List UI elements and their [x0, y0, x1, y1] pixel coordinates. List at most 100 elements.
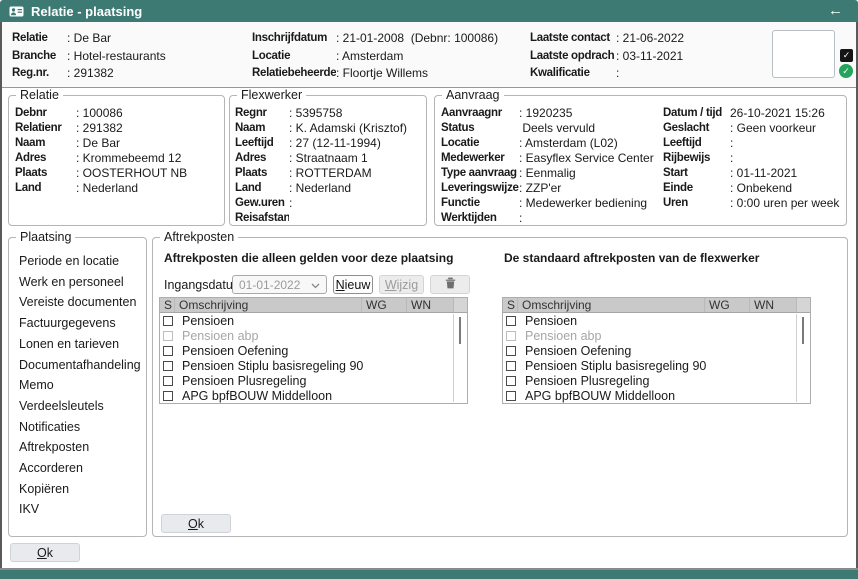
ingangsdatum-select[interactable]: 01-01-2022	[232, 275, 327, 294]
column-header-omschrijving: Omschrijving	[518, 298, 705, 312]
menu-item-factuurgegevens[interactable]: Factuurgegevens	[19, 313, 146, 334]
table-row[interactable]: Pensioen Plusregeling	[503, 373, 810, 388]
field-label: Relatie	[12, 30, 67, 48]
row-checkbox[interactable]	[163, 361, 173, 371]
field-value: : K. Adamski (Krisztof)	[289, 121, 407, 136]
menu-item-verdeelsleutels[interactable]: Verdeelsleutels	[19, 396, 146, 417]
field-label: Kwalificatie	[530, 65, 616, 83]
field-label: Naam	[235, 121, 289, 136]
row-label: Pensioen Oefening	[516, 344, 631, 358]
table-row[interactable]: Pensioen abp	[160, 328, 467, 343]
column-header-wg: WG	[705, 298, 750, 312]
title-bar: Relatie - plaatsing ←	[0, 0, 858, 22]
status-ok-icon[interactable]: ✓	[839, 64, 853, 78]
standard-deductions-heading: De standaard aftrekposten van de flexwer…	[504, 251, 759, 265]
field-label: Werktijden	[441, 211, 519, 226]
header-column-registration: Inschrijfdatum: 21-01-2008 (Debnr: 10008…	[252, 30, 498, 83]
field-value: : 1920235	[519, 106, 572, 121]
menu-item-vereiste-documenten[interactable]: Vereiste documenten	[19, 292, 146, 313]
row-checkbox[interactable]	[506, 316, 516, 326]
photo-placeholder	[772, 30, 835, 78]
menu-item-memo[interactable]: Memo	[19, 375, 146, 396]
delete-button[interactable]	[430, 275, 470, 294]
field-label: Laatste opdrach	[530, 48, 616, 66]
menu-item-accorderen[interactable]: Accorderen	[19, 458, 146, 479]
field-value: : Hotel-restaurants	[67, 48, 166, 66]
row-label: Pensioen	[173, 314, 234, 328]
menu-item-documentafhandeling[interactable]: Documentafhandeling	[19, 355, 146, 376]
field-label: Gew.uren	[235, 196, 289, 211]
row-label: Pensioen Stiplu basisregeling 90	[173, 359, 363, 373]
table-row[interactable]: Pensioen Stiplu basisregeling 90	[503, 358, 810, 373]
row-checkbox[interactable]	[506, 346, 516, 356]
wijzig-button-label: Wijzig	[385, 278, 418, 292]
field-label: Aanvraagnr	[441, 106, 519, 121]
chevron-down-icon	[311, 278, 320, 292]
scrollbar-thumb[interactable]	[459, 317, 461, 344]
field-label: Datum / tijd	[663, 106, 730, 121]
menu-item-ikv[interactable]: IKV	[19, 499, 146, 520]
row-checkbox[interactable]	[163, 346, 173, 356]
field-label: Plaats	[235, 166, 289, 181]
relatie-plaatsing-window: Relatie - plaatsing ← Relatie: De Bar Br…	[0, 0, 858, 579]
table-row[interactable]: Pensioen	[503, 313, 810, 328]
menu-item-kopieren[interactable]: Kopiëren	[19, 479, 146, 500]
row-checkbox[interactable]	[163, 316, 173, 326]
field-value: :	[730, 136, 733, 151]
wijzig-button[interactable]: Wijzig	[379, 275, 424, 294]
table-row[interactable]: Pensioen Oefening	[503, 343, 810, 358]
field-value: Deels vervuld	[519, 121, 595, 136]
table-row[interactable]: Pensioen Plusregeling	[160, 373, 467, 388]
field-value: : Onbekend	[730, 181, 792, 196]
field-label: Type aanvraag	[441, 166, 519, 181]
row-checkbox[interactable]	[163, 331, 173, 341]
row-checkbox[interactable]	[506, 361, 516, 371]
field-value: : 03-11-2021	[616, 48, 683, 66]
table-header: S Omschrijving WG WN	[503, 298, 810, 313]
vertical-scrollbar[interactable]	[796, 314, 809, 402]
table-row[interactable]: Pensioen Oefening	[160, 343, 467, 358]
table-row[interactable]: APG bpfBOUW Middelloon	[503, 388, 810, 403]
menu-item-werk-en-personeel[interactable]: Werk en personeel	[19, 272, 146, 293]
table-row[interactable]: APG bpfBOUW Middelloon	[160, 388, 467, 403]
nieuw-button[interactable]: Nieuw	[333, 275, 373, 294]
column-header-wn: WN	[407, 298, 454, 312]
menu-item-aftrekposten[interactable]: Aftrekposten	[19, 437, 146, 458]
table-row[interactable]: Pensioen Stiplu basisregeling 90	[160, 358, 467, 373]
column-header-scroll-corner	[454, 298, 467, 312]
menu-item-notificaties[interactable]: Notificaties	[19, 417, 146, 438]
field-value: :	[730, 151, 733, 166]
plaatsing-panel: Plaatsing Periode en locatie Werk en per…	[8, 237, 147, 537]
aftrekposten-ok-button[interactable]: Ok	[161, 514, 231, 533]
row-checkbox[interactable]	[163, 376, 173, 386]
field-value: : 27 (12-11-1994)	[289, 136, 381, 151]
window-border-left	[0, 22, 2, 570]
menu-item-periode-en-locatie[interactable]: Periode en locatie	[19, 251, 146, 272]
field-value: : Eenmalig	[519, 166, 576, 181]
field-value: : Floortje Willems	[336, 65, 428, 83]
window-ok-button[interactable]: Ok	[10, 543, 80, 562]
column-header-wg: WG	[362, 298, 407, 312]
ok-button-label: Ok	[188, 517, 204, 531]
back-arrow-icon[interactable]: ←	[828, 2, 843, 19]
row-label: Pensioen Plusregeling	[516, 374, 649, 388]
field-label: Leveringswijze	[441, 181, 519, 196]
field-label: Plaats	[15, 166, 76, 181]
scrollbar-thumb[interactable]	[802, 317, 804, 344]
menu-item-lonen-en-tarieven[interactable]: Lonen en tarieven	[19, 334, 146, 355]
field-label: Locatie	[252, 48, 336, 66]
field-label: Medewerker	[441, 151, 519, 166]
row-checkbox[interactable]	[506, 376, 516, 386]
row-label: Pensioen	[516, 314, 577, 328]
table-row[interactable]: Pensioen abp	[503, 328, 810, 343]
header-checkbox[interactable]: ✓	[840, 49, 853, 62]
vertical-scrollbar[interactable]	[453, 314, 466, 402]
row-checkbox[interactable]	[506, 331, 516, 341]
table-row[interactable]: Pensioen	[160, 313, 467, 328]
field-label: Geslacht	[663, 121, 730, 136]
field-label: Regnr	[235, 106, 289, 121]
field-label: Land	[235, 181, 289, 196]
field-label: Status	[441, 121, 519, 136]
row-checkbox[interactable]	[506, 391, 516, 401]
row-checkbox[interactable]	[163, 391, 173, 401]
